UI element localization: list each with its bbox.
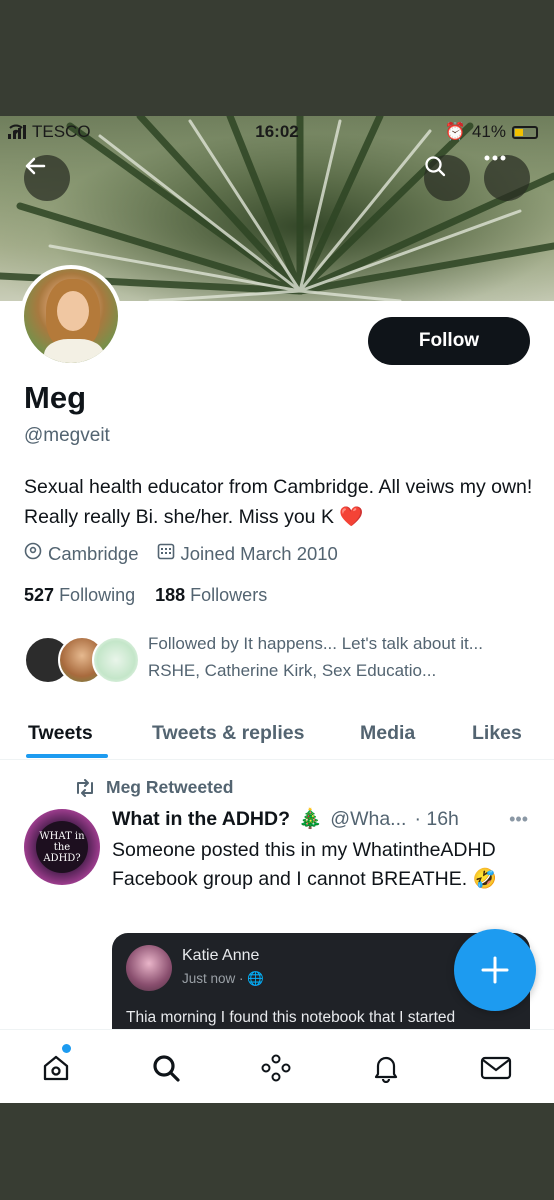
search-icon xyxy=(153,1055,180,1082)
location-label: Cambridge xyxy=(48,543,139,564)
nav-home[interactable] xyxy=(36,1048,76,1088)
following-label: Following xyxy=(59,585,136,605)
nav-search[interactable] xyxy=(146,1048,186,1088)
tree-emoji: 🎄 xyxy=(298,808,323,830)
bell-icon xyxy=(374,1056,398,1083)
more-button[interactable] xyxy=(484,155,530,201)
media-time-label: Just now · xyxy=(182,971,244,986)
bottom-navigation xyxy=(0,1029,554,1103)
tab-tweets-replies[interactable]: Tweets & replies xyxy=(152,706,304,760)
bottom-letterbox xyxy=(0,1103,554,1200)
joined-date: Joined March 2010 xyxy=(157,542,338,565)
profile-meta: Cambridge Joined March 2010 xyxy=(24,542,338,565)
location-pin-icon xyxy=(24,542,42,565)
plus-icon xyxy=(481,956,509,984)
tab-tweets[interactable]: Tweets xyxy=(28,706,93,760)
back-button[interactable] xyxy=(24,155,70,201)
tab-media[interactable]: Media xyxy=(360,706,415,760)
nav-notifications[interactable] xyxy=(366,1048,406,1088)
profile-handle: @megveit xyxy=(24,425,110,446)
following-count: 527 xyxy=(24,585,55,605)
tweet-avatar-logo: WHAT in the ADHD? xyxy=(36,821,88,873)
compose-tweet-button[interactable] xyxy=(454,929,536,1011)
follow-button[interactable]: Follow xyxy=(368,317,530,365)
followers-label: Followers xyxy=(190,585,268,605)
battery-icon xyxy=(512,125,538,139)
followers-link[interactable]: 188 Followers xyxy=(155,585,267,606)
followed-by-text: Followed by It happens... Let's talk abo… xyxy=(148,634,483,680)
location: Cambridge xyxy=(24,542,139,565)
nav-spaces[interactable] xyxy=(256,1048,296,1088)
tweet-author-avatar[interactable]: WHAT in the ADHD? xyxy=(24,809,100,885)
status-bar: TESCO 16:02 ⏰ 41% xyxy=(0,120,554,144)
nav-messages[interactable] xyxy=(476,1048,516,1088)
followers-count: 188 xyxy=(155,585,186,605)
retweet-indicator: Meg Retweeted xyxy=(74,777,233,798)
mail-icon xyxy=(480,1056,512,1080)
follow-counts: 527 Following 188 Followers xyxy=(24,585,267,606)
tweet-more-icon[interactable]: ••• xyxy=(509,809,528,830)
search-button[interactable] xyxy=(424,155,470,201)
laughing-emoji: 🤣 xyxy=(472,868,497,890)
battery-percent: 41% xyxy=(471,122,506,141)
tweet-header: What in the ADHD? 🎄 @Wha... · 16h xyxy=(112,807,459,831)
tweet-author-handle: @Wha... xyxy=(330,807,407,830)
media-timestamp: Just now · 🌐 xyxy=(182,971,264,987)
tweet-text: Someone posted this in my WhatintheADHD … xyxy=(112,836,522,894)
bio-text: Sexual health educator from Cambridge. A… xyxy=(24,476,533,528)
top-letterbox xyxy=(0,0,554,116)
spaces-icon xyxy=(261,1054,291,1082)
joined-label: Joined March 2010 xyxy=(180,543,338,564)
tweet-author-name[interactable]: What in the ADHD? xyxy=(112,808,290,831)
profile-name: Meg xyxy=(24,380,86,415)
retweet-icon xyxy=(77,778,93,797)
calendar-icon xyxy=(157,542,175,565)
active-tab-indicator xyxy=(26,754,108,758)
profile-bio: Sexual health educator from Cambridge. A… xyxy=(24,472,534,532)
globe-icon: 🌐 xyxy=(247,971,265,986)
followed-by[interactable]: Followed by It happens... Let's talk abo… xyxy=(24,630,534,694)
ellipsis-icon xyxy=(484,155,506,161)
media-avatar xyxy=(126,945,172,991)
follower-avatar xyxy=(92,636,140,684)
media-post-text: Thia morning I found this notebook that … xyxy=(126,1009,456,1026)
home-icon xyxy=(43,1055,69,1081)
tweet-body: Someone posted this in my WhatintheADHD … xyxy=(112,839,496,890)
media-poster-name: Katie Anne xyxy=(182,947,260,964)
profile-tabs: Tweets Tweets & replies Media Likes xyxy=(0,706,554,760)
tweet-time: · 16h xyxy=(414,807,459,830)
following-link[interactable]: 527 Following xyxy=(24,585,135,606)
arrow-left-icon xyxy=(25,157,46,175)
retweet-label: Meg Retweeted xyxy=(106,777,234,797)
profile-avatar[interactable] xyxy=(20,265,122,367)
notification-dot xyxy=(62,1044,71,1053)
heart-emoji: ❤️ xyxy=(339,506,364,528)
alarm-icon: ⏰ xyxy=(444,122,466,141)
tab-likes[interactable]: Likes xyxy=(472,706,522,760)
search-icon xyxy=(425,156,446,177)
twitter-profile-screen: TESCO 16:02 ⏰ 41% Follow Meg @megveit Se… xyxy=(0,116,554,1103)
